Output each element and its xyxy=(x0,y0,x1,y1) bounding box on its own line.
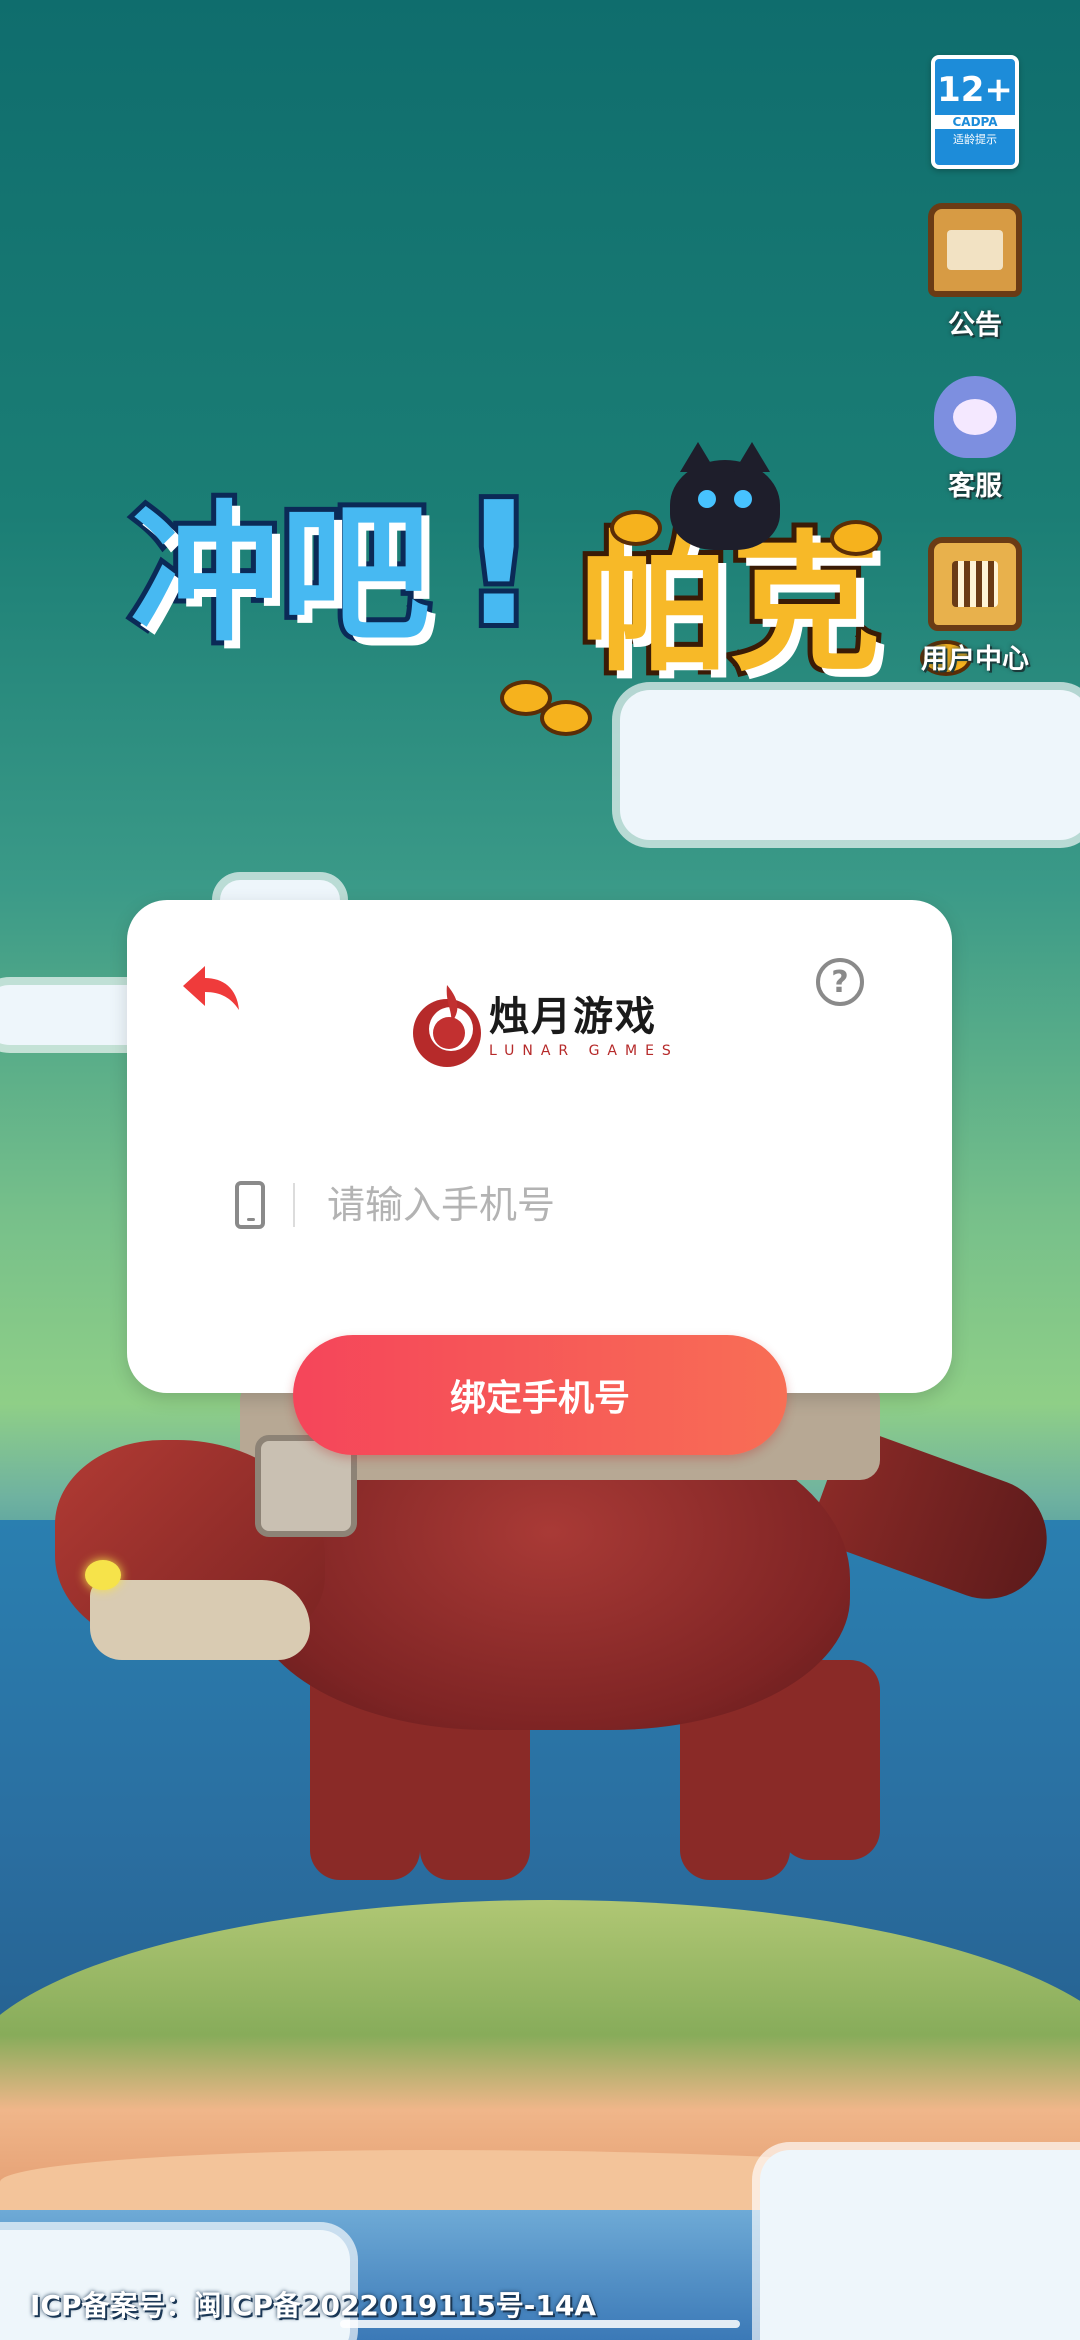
side-menu: 12+ CADPA 适龄提示 公告 客服 用户中心 xyxy=(900,55,1050,676)
coin-icon xyxy=(540,700,592,736)
back-button[interactable] xyxy=(179,960,243,1016)
age-rating-tip: 适龄提示 xyxy=(953,133,997,146)
cat-eye xyxy=(698,490,716,508)
age-rating-number: 12+ xyxy=(937,70,1013,110)
side-item-user-center[interactable]: 用户中心 xyxy=(921,537,1029,676)
age-rating-badge: 12+ CADPA 适龄提示 xyxy=(931,55,1019,169)
game-login-screen: 冲吧 ! 帕克 12+ CADPA 适龄提示 公告 客服 用户中心 ? 烛月游戏… xyxy=(0,0,1080,2340)
brand-logo: 烛月游戏 LUNAR GAMES xyxy=(411,983,679,1071)
bind-phone-button[interactable]: 绑定手机号 xyxy=(293,1335,787,1455)
background-cloud xyxy=(760,2150,1080,2340)
dino-jaw xyxy=(90,1580,310,1660)
phone-input-row xyxy=(235,1170,855,1240)
bind-phone-dialog: ? 烛月游戏 LUNAR GAMES xyxy=(127,900,952,1393)
input-divider xyxy=(293,1183,295,1227)
icp-record-text: ICP备案号：闽ICP备2022019115号-14A xyxy=(30,2289,597,2322)
dino-leg xyxy=(780,1660,880,1860)
age-rating-org: CADPA xyxy=(935,115,1015,129)
side-item-label: 用户中心 xyxy=(921,644,1029,675)
user-center-qr xyxy=(952,561,998,607)
side-item-notice[interactable]: 公告 xyxy=(928,203,1022,342)
game-logo: 冲吧 ! 帕克 xyxy=(110,442,972,736)
phone-number-input[interactable] xyxy=(325,1182,809,1228)
home-indicator[interactable] xyxy=(340,2320,740,2328)
side-item-label: 公告 xyxy=(948,310,1002,341)
coin-icon xyxy=(610,510,662,546)
brand-name-en: LUNAR GAMES xyxy=(489,1043,679,1059)
user-center-icon xyxy=(928,537,1022,631)
help-button[interactable]: ? xyxy=(816,958,864,1006)
brand-text: 烛月游戏 LUNAR GAMES xyxy=(489,995,679,1059)
logo-title-part2: 帕克 xyxy=(575,518,885,692)
mobile-phone-icon xyxy=(235,1181,265,1229)
brand-name-cn: 烛月游戏 xyxy=(489,994,657,1040)
logo-exclamation: ! xyxy=(455,466,542,664)
back-arrow-icon xyxy=(183,966,239,1010)
customer-service-face xyxy=(953,399,997,435)
lunar-games-logo-icon xyxy=(411,983,483,1071)
notice-board-icon xyxy=(928,203,1022,297)
side-item-customer-service[interactable]: 客服 xyxy=(934,376,1016,503)
customer-service-icon xyxy=(934,376,1016,458)
black-cat-icon xyxy=(670,442,780,550)
cat-eye xyxy=(734,490,752,508)
notice-board-panel xyxy=(947,230,1003,270)
coin-icon xyxy=(830,520,882,556)
logo-title-part1: 冲吧 xyxy=(125,488,435,662)
dino-eye xyxy=(85,1560,121,1590)
side-item-label: 客服 xyxy=(948,471,1002,502)
